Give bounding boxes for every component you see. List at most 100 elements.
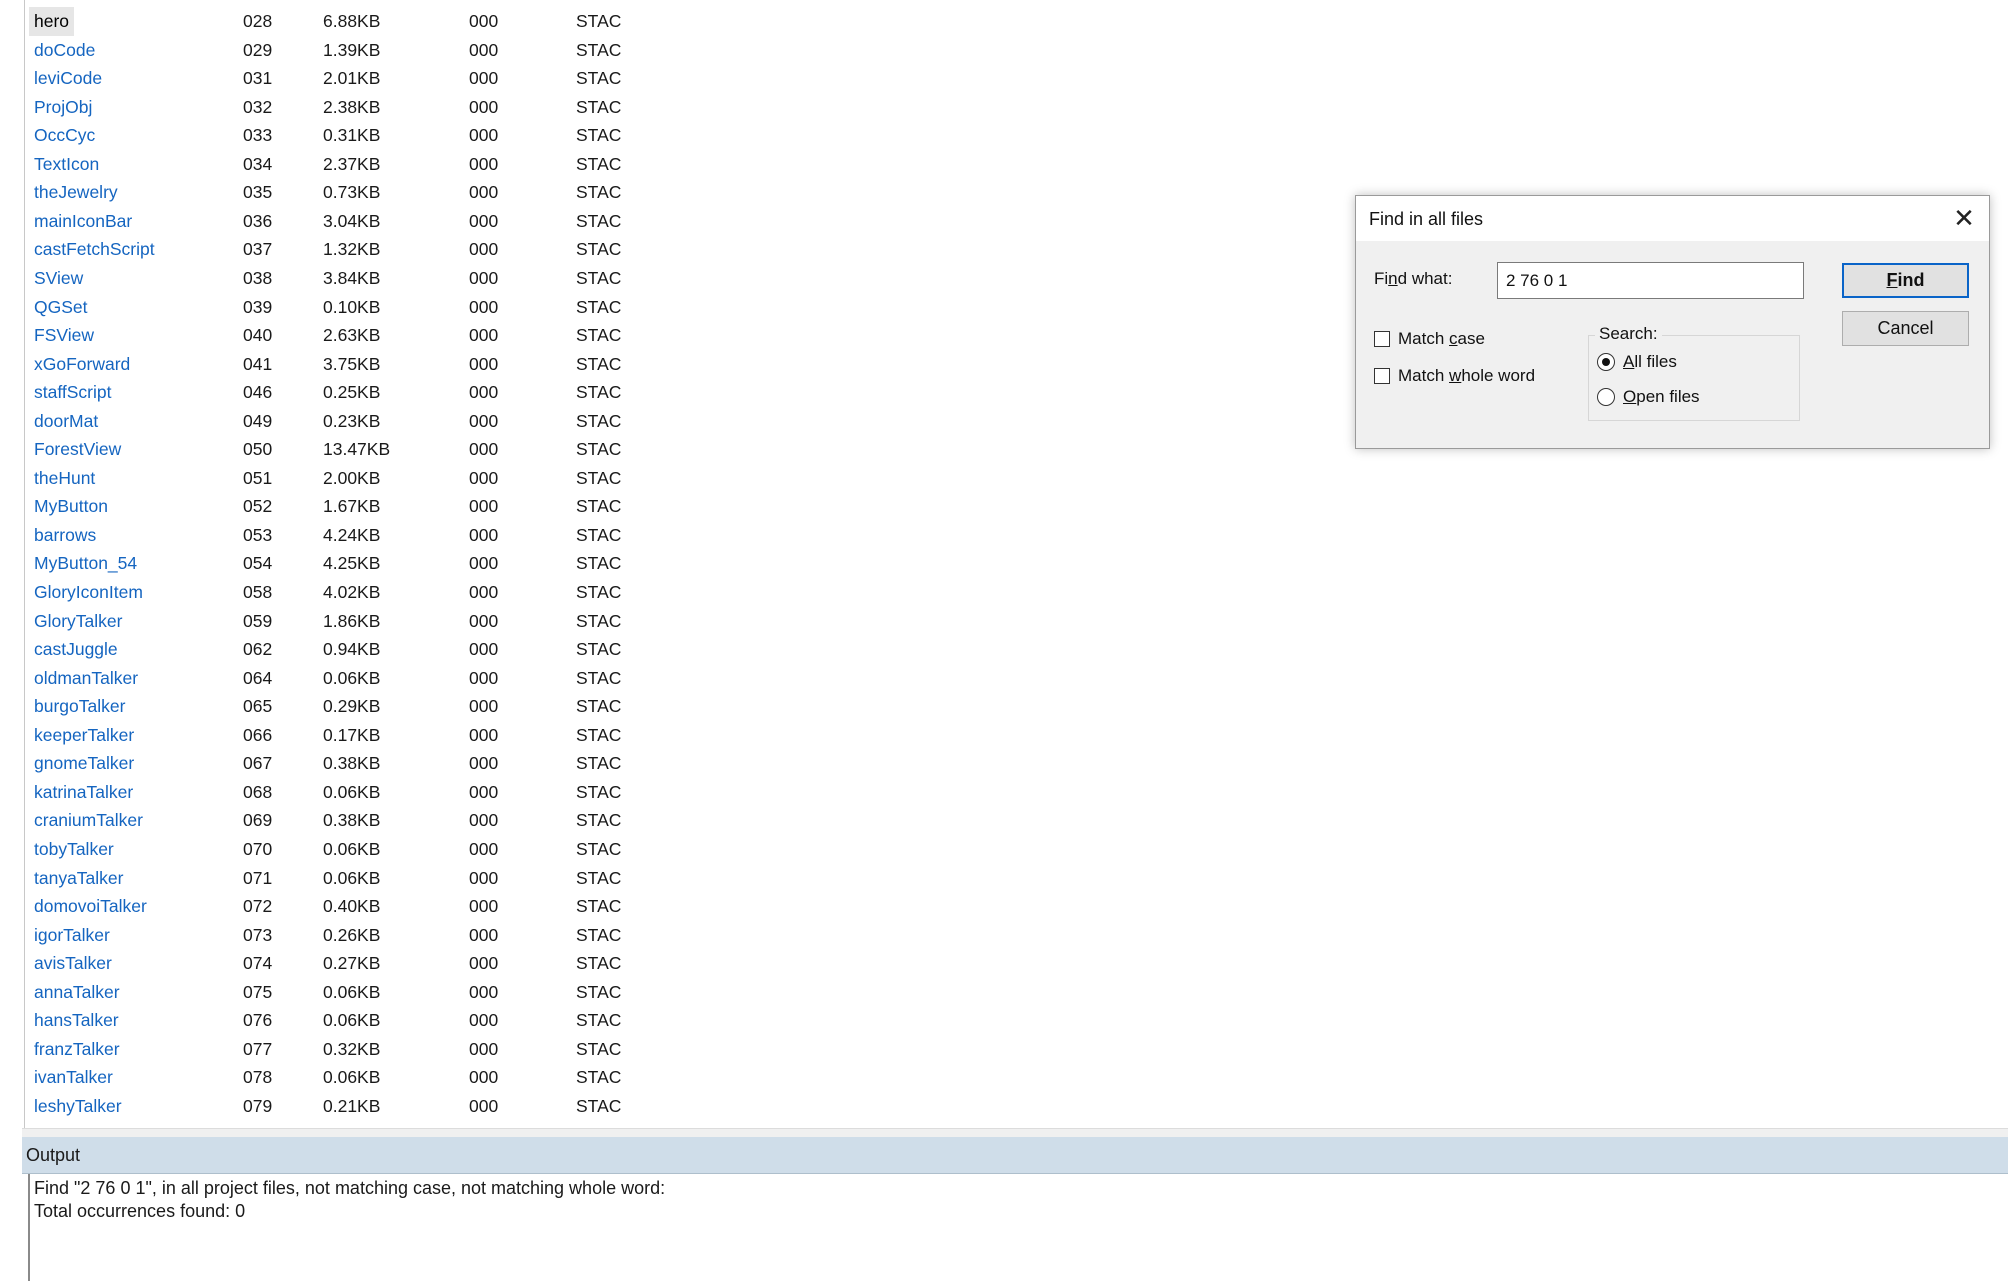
table-row[interactable]: mainIconBar 036 3.04KB 000 STAC (0, 207, 660, 236)
table-row[interactable]: FSView 040 2.63KB 000 STAC (0, 321, 660, 350)
resource-name[interactable]: domovoiTalker (34, 892, 147, 921)
table-row[interactable]: ForestView 050 13.47KB 000 STAC (0, 435, 660, 464)
table-row[interactable]: franzTalker 077 0.32KB 000 STAC (0, 1035, 660, 1064)
table-row[interactable]: MyButton 052 1.67KB 000 STAC (0, 492, 660, 521)
resource-size: 0.94KB (323, 639, 381, 660)
all-files-radio[interactable] (1597, 353, 1615, 371)
table-row[interactable]: hero 028 6.88KB 000 STAC (0, 7, 660, 36)
resource-size: 0.10KB (323, 296, 381, 317)
resource-number: 039 (243, 296, 273, 317)
resource-name[interactable]: ProjObj (34, 93, 92, 122)
resource-name[interactable]: leviCode (34, 64, 102, 93)
resource-name[interactable]: katrinaTalker (34, 778, 133, 807)
cancel-button[interactable]: Cancel (1842, 311, 1969, 346)
table-row[interactable]: hansTalker 076 0.06KB 000 STAC (0, 1006, 660, 1035)
resource-name[interactable]: OccCyc (34, 121, 95, 150)
resource-name[interactable]: tobyTalker (34, 835, 114, 864)
table-row[interactable]: oldmanTalker 064 0.06KB 000 STAC (0, 664, 660, 693)
open-files-radio[interactable] (1597, 388, 1615, 406)
table-row[interactable]: igorTalker 073 0.26KB 000 STAC (0, 921, 660, 950)
search-open-files-option[interactable]: Open files (1597, 387, 1700, 407)
table-row[interactable]: tobyTalker 070 0.06KB 000 STAC (0, 835, 660, 864)
table-row[interactable]: ivanTalker 078 0.06KB 000 STAC (0, 1063, 660, 1092)
output-panel-body[interactable]: Find "2 76 0 1", in all project files, n… (28, 1174, 2008, 1281)
table-row[interactable]: ProjObj 032 2.38KB 000 STAC (0, 93, 660, 122)
table-row[interactable]: xGoForward 041 3.75KB 000 STAC (0, 350, 660, 379)
table-row[interactable]: avisTalker 074 0.27KB 000 STAC (0, 949, 660, 978)
table-row[interactable]: castFetchScript 037 1.32KB 000 STAC (0, 235, 660, 264)
table-row[interactable]: SView 038 3.84KB 000 STAC (0, 264, 660, 293)
dialog-title-bar[interactable]: Find in all files ✕ (1356, 196, 1989, 241)
resource-flag: 000 (469, 953, 499, 974)
resource-name[interactable]: GloryTalker (34, 607, 123, 636)
resource-name[interactable]: doCode (34, 36, 95, 65)
find-button[interactable]: Find (1842, 263, 1969, 298)
table-row[interactable]: craniumTalker 069 0.38KB 000 STAC (0, 806, 660, 835)
table-row[interactable]: MyButton_54 054 4.25KB 000 STAC (0, 549, 660, 578)
table-row[interactable]: OccCyc 033 0.31KB 000 STAC (0, 121, 660, 150)
table-row[interactable]: leviCode 031 2.01KB 000 STAC (0, 64, 660, 93)
resource-name[interactable]: burgoTalker (34, 692, 125, 721)
table-row[interactable]: keeperTalker 066 0.17KB 000 STAC (0, 721, 660, 750)
match-case-option[interactable]: Match case (1374, 329, 1485, 349)
resource-name[interactable]: castFetchScript (34, 235, 155, 264)
resource-name[interactable]: mainIconBar (34, 207, 132, 236)
table-row[interactable]: burgoTalker 065 0.29KB 000 STAC (0, 692, 660, 721)
resource-name[interactable]: leshyTalker (34, 1092, 122, 1121)
table-row[interactable]: doCode 029 1.39KB 000 STAC (0, 36, 660, 65)
resource-name[interactable]: theHunt (34, 464, 95, 493)
resource-name[interactable]: FSView (34, 321, 94, 350)
resource-flag: 000 (469, 867, 499, 888)
close-icon[interactable]: ✕ (1939, 196, 1989, 241)
table-row[interactable]: GloryTalker 059 1.86KB 000 STAC (0, 607, 660, 636)
find-what-input[interactable] (1497, 262, 1804, 299)
table-row[interactable]: staffScript 046 0.25KB 000 STAC (0, 378, 660, 407)
resource-name[interactable]: staffScript (34, 378, 112, 407)
resource-name[interactable]: TextIcon (34, 150, 99, 179)
resource-name[interactable]: xGoForward (34, 350, 130, 379)
resource-name[interactable]: theJewelry (34, 178, 118, 207)
resource-name[interactable]: barrows (34, 521, 96, 550)
output-splitter[interactable] (22, 1128, 2008, 1137)
resource-name[interactable]: QGSet (34, 293, 88, 322)
table-row[interactable]: gnomeTalker 067 0.38KB 000 STAC (0, 749, 660, 778)
table-row[interactable]: domovoiTalker 072 0.40KB 000 STAC (0, 892, 660, 921)
table-row[interactable]: doorMat 049 0.23KB 000 STAC (0, 407, 660, 436)
table-row[interactable]: annaTalker 075 0.06KB 000 STAC (0, 978, 660, 1007)
table-row[interactable]: katrinaTalker 068 0.06KB 000 STAC (0, 778, 660, 807)
resource-name[interactable]: avisTalker (34, 949, 112, 978)
resource-name[interactable]: oldmanTalker (34, 664, 138, 693)
resource-flag: 000 (469, 68, 499, 89)
resource-name[interactable]: GloryIconItem (34, 578, 143, 607)
table-row[interactable]: tanyaTalker 071 0.06KB 000 STAC (0, 864, 660, 893)
resource-name[interactable]: craniumTalker (34, 806, 143, 835)
resource-name[interactable]: annaTalker (34, 978, 120, 1007)
resource-name[interactable]: keeperTalker (34, 721, 134, 750)
resource-name[interactable]: hansTalker (34, 1006, 119, 1035)
resource-name[interactable]: gnomeTalker (34, 749, 134, 778)
table-row[interactable]: leshyTalker 079 0.21KB 000 STAC (0, 1092, 660, 1121)
table-row[interactable]: castJuggle 062 0.94KB 000 STAC (0, 635, 660, 664)
table-row[interactable]: barrows 053 4.24KB 000 STAC (0, 521, 660, 550)
resource-name[interactable]: tanyaTalker (34, 864, 124, 893)
resource-name[interactable]: doorMat (34, 407, 98, 436)
table-row[interactable]: GloryIconItem 058 4.02KB 000 STAC (0, 578, 660, 607)
resource-name[interactable]: ivanTalker (34, 1063, 113, 1092)
resource-name[interactable]: hero (29, 7, 75, 36)
match-case-checkbox[interactable] (1374, 331, 1390, 347)
resource-name[interactable]: MyButton_54 (34, 549, 137, 578)
resource-name[interactable]: MyButton (34, 492, 108, 521)
resource-name[interactable]: castJuggle (34, 635, 118, 664)
table-row[interactable]: QGSet 039 0.10KB 000 STAC (0, 293, 660, 322)
resource-name[interactable]: ForestView (34, 435, 121, 464)
match-whole-word-checkbox[interactable] (1374, 368, 1390, 384)
table-row[interactable]: TextIcon 034 2.37KB 000 STAC (0, 150, 660, 179)
resource-type: STAC (576, 639, 622, 660)
table-row[interactable]: theHunt 051 2.00KB 000 STAC (0, 464, 660, 493)
match-whole-word-option[interactable]: Match whole word (1374, 366, 1535, 386)
resource-name[interactable]: franzTalker (34, 1035, 120, 1064)
resource-name[interactable]: SView (34, 264, 83, 293)
resource-name[interactable]: igorTalker (34, 921, 110, 950)
table-row[interactable]: theJewelry 035 0.73KB 000 STAC (0, 178, 660, 207)
search-all-files-option[interactable]: All files (1597, 352, 1677, 372)
